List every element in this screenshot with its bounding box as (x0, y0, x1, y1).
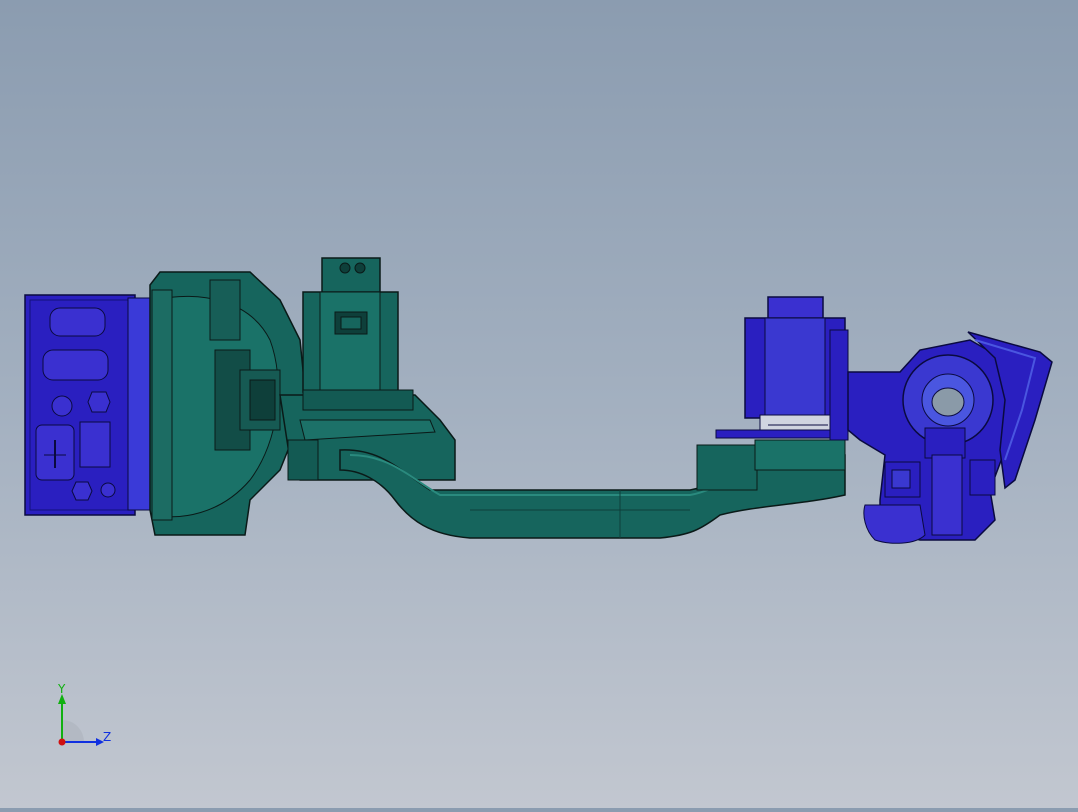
upper-motor[interactable] (302, 257, 414, 411)
base-motor-housing[interactable] (24, 294, 151, 516)
y-axis-label: Y (58, 682, 66, 696)
wrist-assembly[interactable] (847, 339, 1016, 544)
robot-arm-model[interactable] (0, 0, 1078, 808)
triad-graphic (58, 694, 104, 746)
elbow-motor[interactable] (715, 296, 849, 441)
axis-triad: Y Z (40, 680, 130, 760)
z-axis-label: Z (103, 730, 112, 744)
cad-viewport[interactable]: Y Z (0, 0, 1078, 808)
x-axis-point (58, 738, 66, 746)
